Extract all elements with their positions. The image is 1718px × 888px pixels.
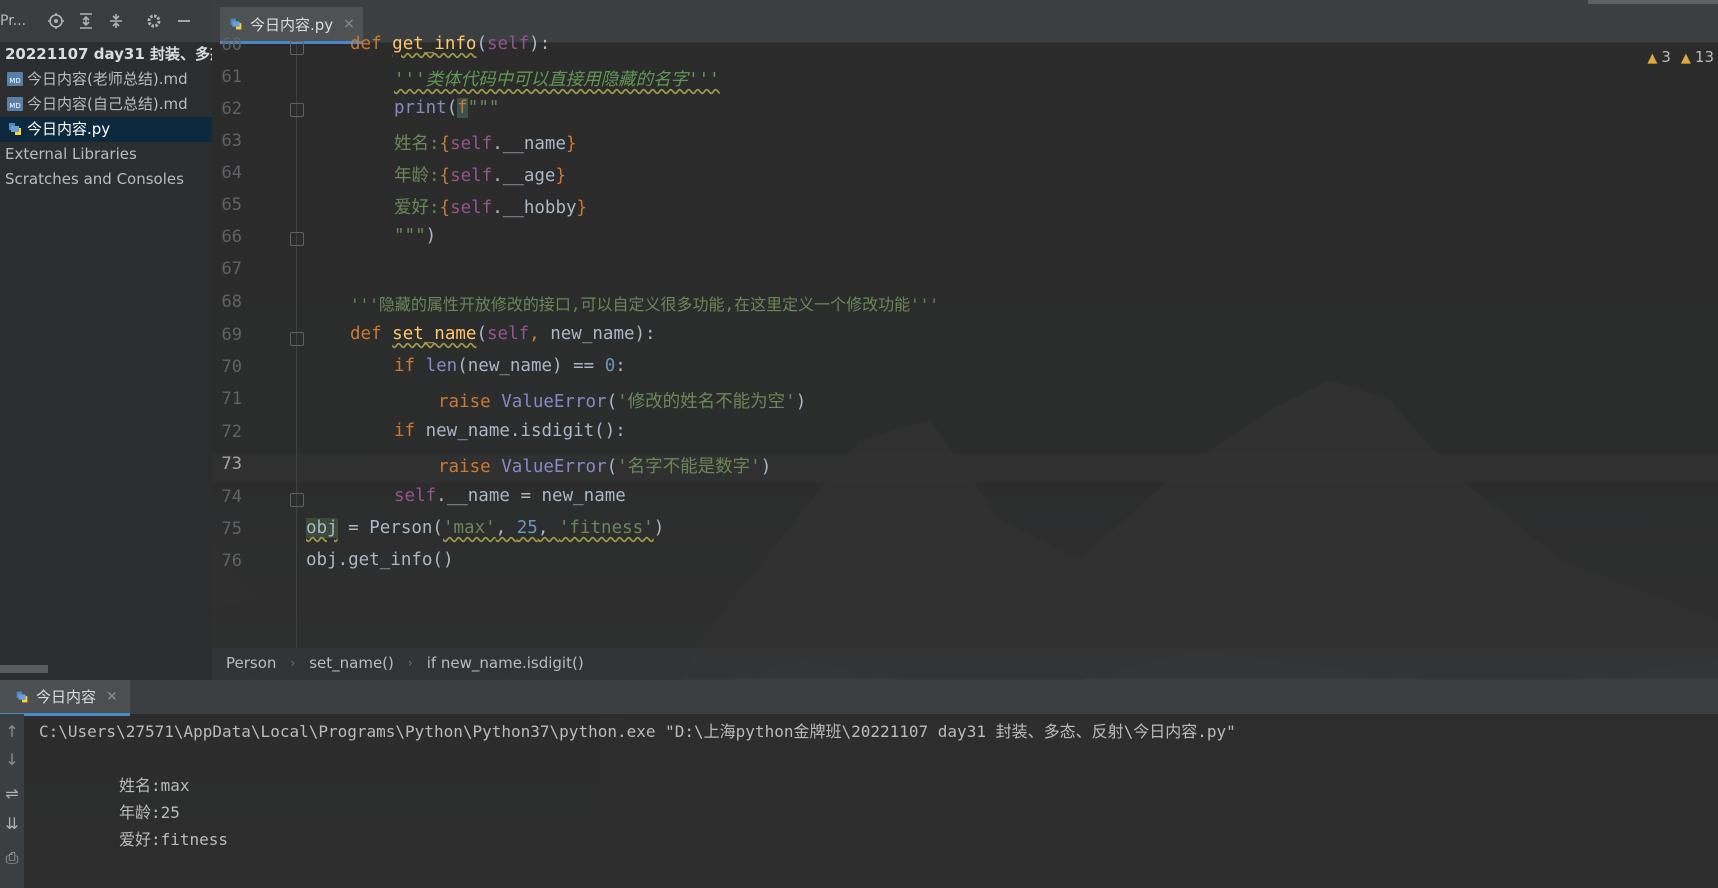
tree-item-external-libraries[interactable]: External Libraries: [0, 142, 212, 167]
svg-text:MD: MD: [9, 102, 20, 110]
line-number[interactable]: 74: [204, 487, 242, 507]
gear-icon[interactable]: [142, 9, 166, 33]
tree-item-scratches[interactable]: Scratches and Consoles: [0, 167, 212, 192]
tab-label: 今日内容.py: [250, 15, 334, 34]
tree-item-project-folder[interactable]: 20221107 day31 封装、多态、: [0, 42, 212, 67]
breadcrumb-class[interactable]: Person: [226, 654, 276, 672]
project-toolbar: Pr...: [0, 0, 212, 43]
line-number[interactable]: 75: [204, 519, 242, 539]
tab-close-icon[interactable]: ×: [343, 16, 355, 32]
print-icon[interactable]: ⎙: [2, 848, 22, 868]
svg-text:MD: MD: [9, 77, 20, 85]
code-line-75: obj = Person('max', 25, 'fitness'): [306, 518, 665, 538]
markdown-file-icon: MD: [7, 96, 23, 111]
line-number[interactable]: 63: [204, 131, 242, 151]
line-number[interactable]: 71: [204, 389, 242, 409]
line-number[interactable]: 68: [204, 292, 242, 312]
tree-item-md-self[interactable]: MD 今日内容(自己总结).md: [0, 92, 212, 117]
weak-warnings-count[interactable]: 13: [1681, 48, 1714, 66]
code-line-61: '''类体代码中可以直接用隐藏的名字''': [394, 70, 720, 90]
output-line: 年龄:25: [119, 803, 180, 822]
locate-icon[interactable]: [44, 9, 68, 33]
line-number[interactable]: 70: [204, 357, 242, 377]
fold-marker[interactable]: [290, 103, 304, 117]
code-line-73: raise ValueError('名字不能是数字'): [438, 457, 772, 477]
code-line-69: def set_name(self, new_name):: [350, 324, 656, 344]
code-line-71: raise ValueError('修改的姓名不能为空'): [438, 392, 807, 412]
project-title[interactable]: Pr...: [0, 13, 38, 29]
tree-item-label: 今日内容.py: [27, 120, 111, 138]
tree-item-md-teacher[interactable]: MD 今日内容(老师总结).md: [0, 67, 212, 92]
fold-marker[interactable]: [290, 493, 304, 507]
tab-bar-edge: [1588, 0, 1718, 4]
markdown-file-icon: MD: [7, 71, 23, 86]
line-number[interactable]: 76: [204, 551, 242, 571]
line-number[interactable]: 64: [204, 163, 242, 183]
line-number[interactable]: 61: [204, 67, 242, 87]
project-tree: 20221107 day31 封装、多态、 MD 今日内容(老师总结).md MD…: [0, 42, 212, 680]
chevron-right-icon: ›: [290, 656, 296, 670]
run-tab[interactable]: 今日内容 ✕: [0, 680, 130, 716]
expand-all-icon[interactable]: [74, 9, 98, 33]
code-line-76: obj.get_info(): [306, 550, 454, 570]
warnings-count[interactable]: 3: [1647, 48, 1671, 66]
code-line-66: """): [394, 226, 437, 246]
tree-item-label: Scratches and Consoles: [5, 170, 184, 188]
code-line-70: if len(new_name) == 0:: [394, 356, 626, 376]
line-number[interactable]: 69: [204, 325, 242, 345]
fold-marker[interactable]: [290, 332, 304, 346]
run-tool-window-header: 今日内容 ✕: [0, 680, 1718, 716]
tree-item-label: 今日内容(老师总结).md: [27, 70, 188, 88]
python-run-icon: [16, 691, 28, 702]
tree-item-py-file[interactable]: 今日内容.py: [0, 117, 212, 142]
arrow-down-icon[interactable]: ↓: [2, 750, 22, 770]
breadcrumb-statement[interactable]: if new_name.isdigit(): [427, 654, 584, 672]
line-number[interactable]: 66: [204, 227, 242, 247]
code-line-72: if new_name.isdigit():: [394, 421, 626, 441]
minimize-icon[interactable]: [172, 9, 196, 33]
code-line-60: def get_info(self):: [350, 34, 551, 54]
tree-scrollbar[interactable]: [0, 665, 48, 673]
tree-item-label: 今日内容(自己总结).md: [27, 95, 188, 113]
tree-item-label: 20221107 day31 封装、多态、: [5, 45, 212, 63]
line-number[interactable]: 72: [204, 422, 242, 442]
scroll-to-end-icon[interactable]: ⇊: [2, 814, 22, 834]
fold-marker[interactable]: [290, 232, 304, 246]
run-tab-close-icon[interactable]: ✕: [106, 689, 118, 705]
soft-wrap-icon[interactable]: ⇌: [2, 784, 22, 804]
code-line-63: 姓名:{self.__name}: [394, 134, 577, 154]
output-line: 姓名:max: [119, 776, 190, 795]
fold-marker[interactable]: [290, 41, 304, 55]
collapse-all-icon[interactable]: [104, 9, 128, 33]
code-line-65: 爱好:{self.__hobby}: [394, 198, 588, 218]
line-number[interactable]: 67: [204, 259, 242, 279]
breadcrumb: Person › set_name() › if new_name.isdigi…: [212, 648, 1718, 678]
chevron-right-icon: ›: [407, 656, 413, 670]
code-line-62: print(f""": [394, 98, 500, 118]
run-tab-label: 今日内容: [36, 688, 97, 706]
output-line: 爱好:fitness: [119, 830, 229, 849]
line-number[interactable]: 65: [204, 195, 242, 215]
line-number[interactable]: 62: [204, 99, 242, 119]
python-file-icon: [230, 18, 242, 30]
tree-item-label: External Libraries: [5, 145, 137, 163]
run-command-line: C:\Users\27571\AppData\Local\Programs\Py…: [39, 722, 1236, 741]
line-number[interactable]: 60: [204, 35, 242, 55]
run-side-toolbar: ↑ ↓ ⇌ ⇊ ⎙: [0, 714, 24, 888]
line-number[interactable]: 73: [204, 454, 242, 474]
breadcrumb-method[interactable]: set_name(): [309, 654, 394, 672]
arrow-up-icon[interactable]: ↑: [2, 722, 22, 742]
code-line-64: 年龄:{self.__age}: [394, 166, 567, 186]
code-line-68: '''隐藏的属性开放修改的接口,可以自定义很多功能,在这里定义一个修改功能''': [350, 295, 940, 314]
inspection-widget[interactable]: 3 13: [1647, 48, 1718, 66]
code-line-74: self.__name = new_name: [394, 486, 626, 506]
python-file-icon: [9, 122, 21, 135]
